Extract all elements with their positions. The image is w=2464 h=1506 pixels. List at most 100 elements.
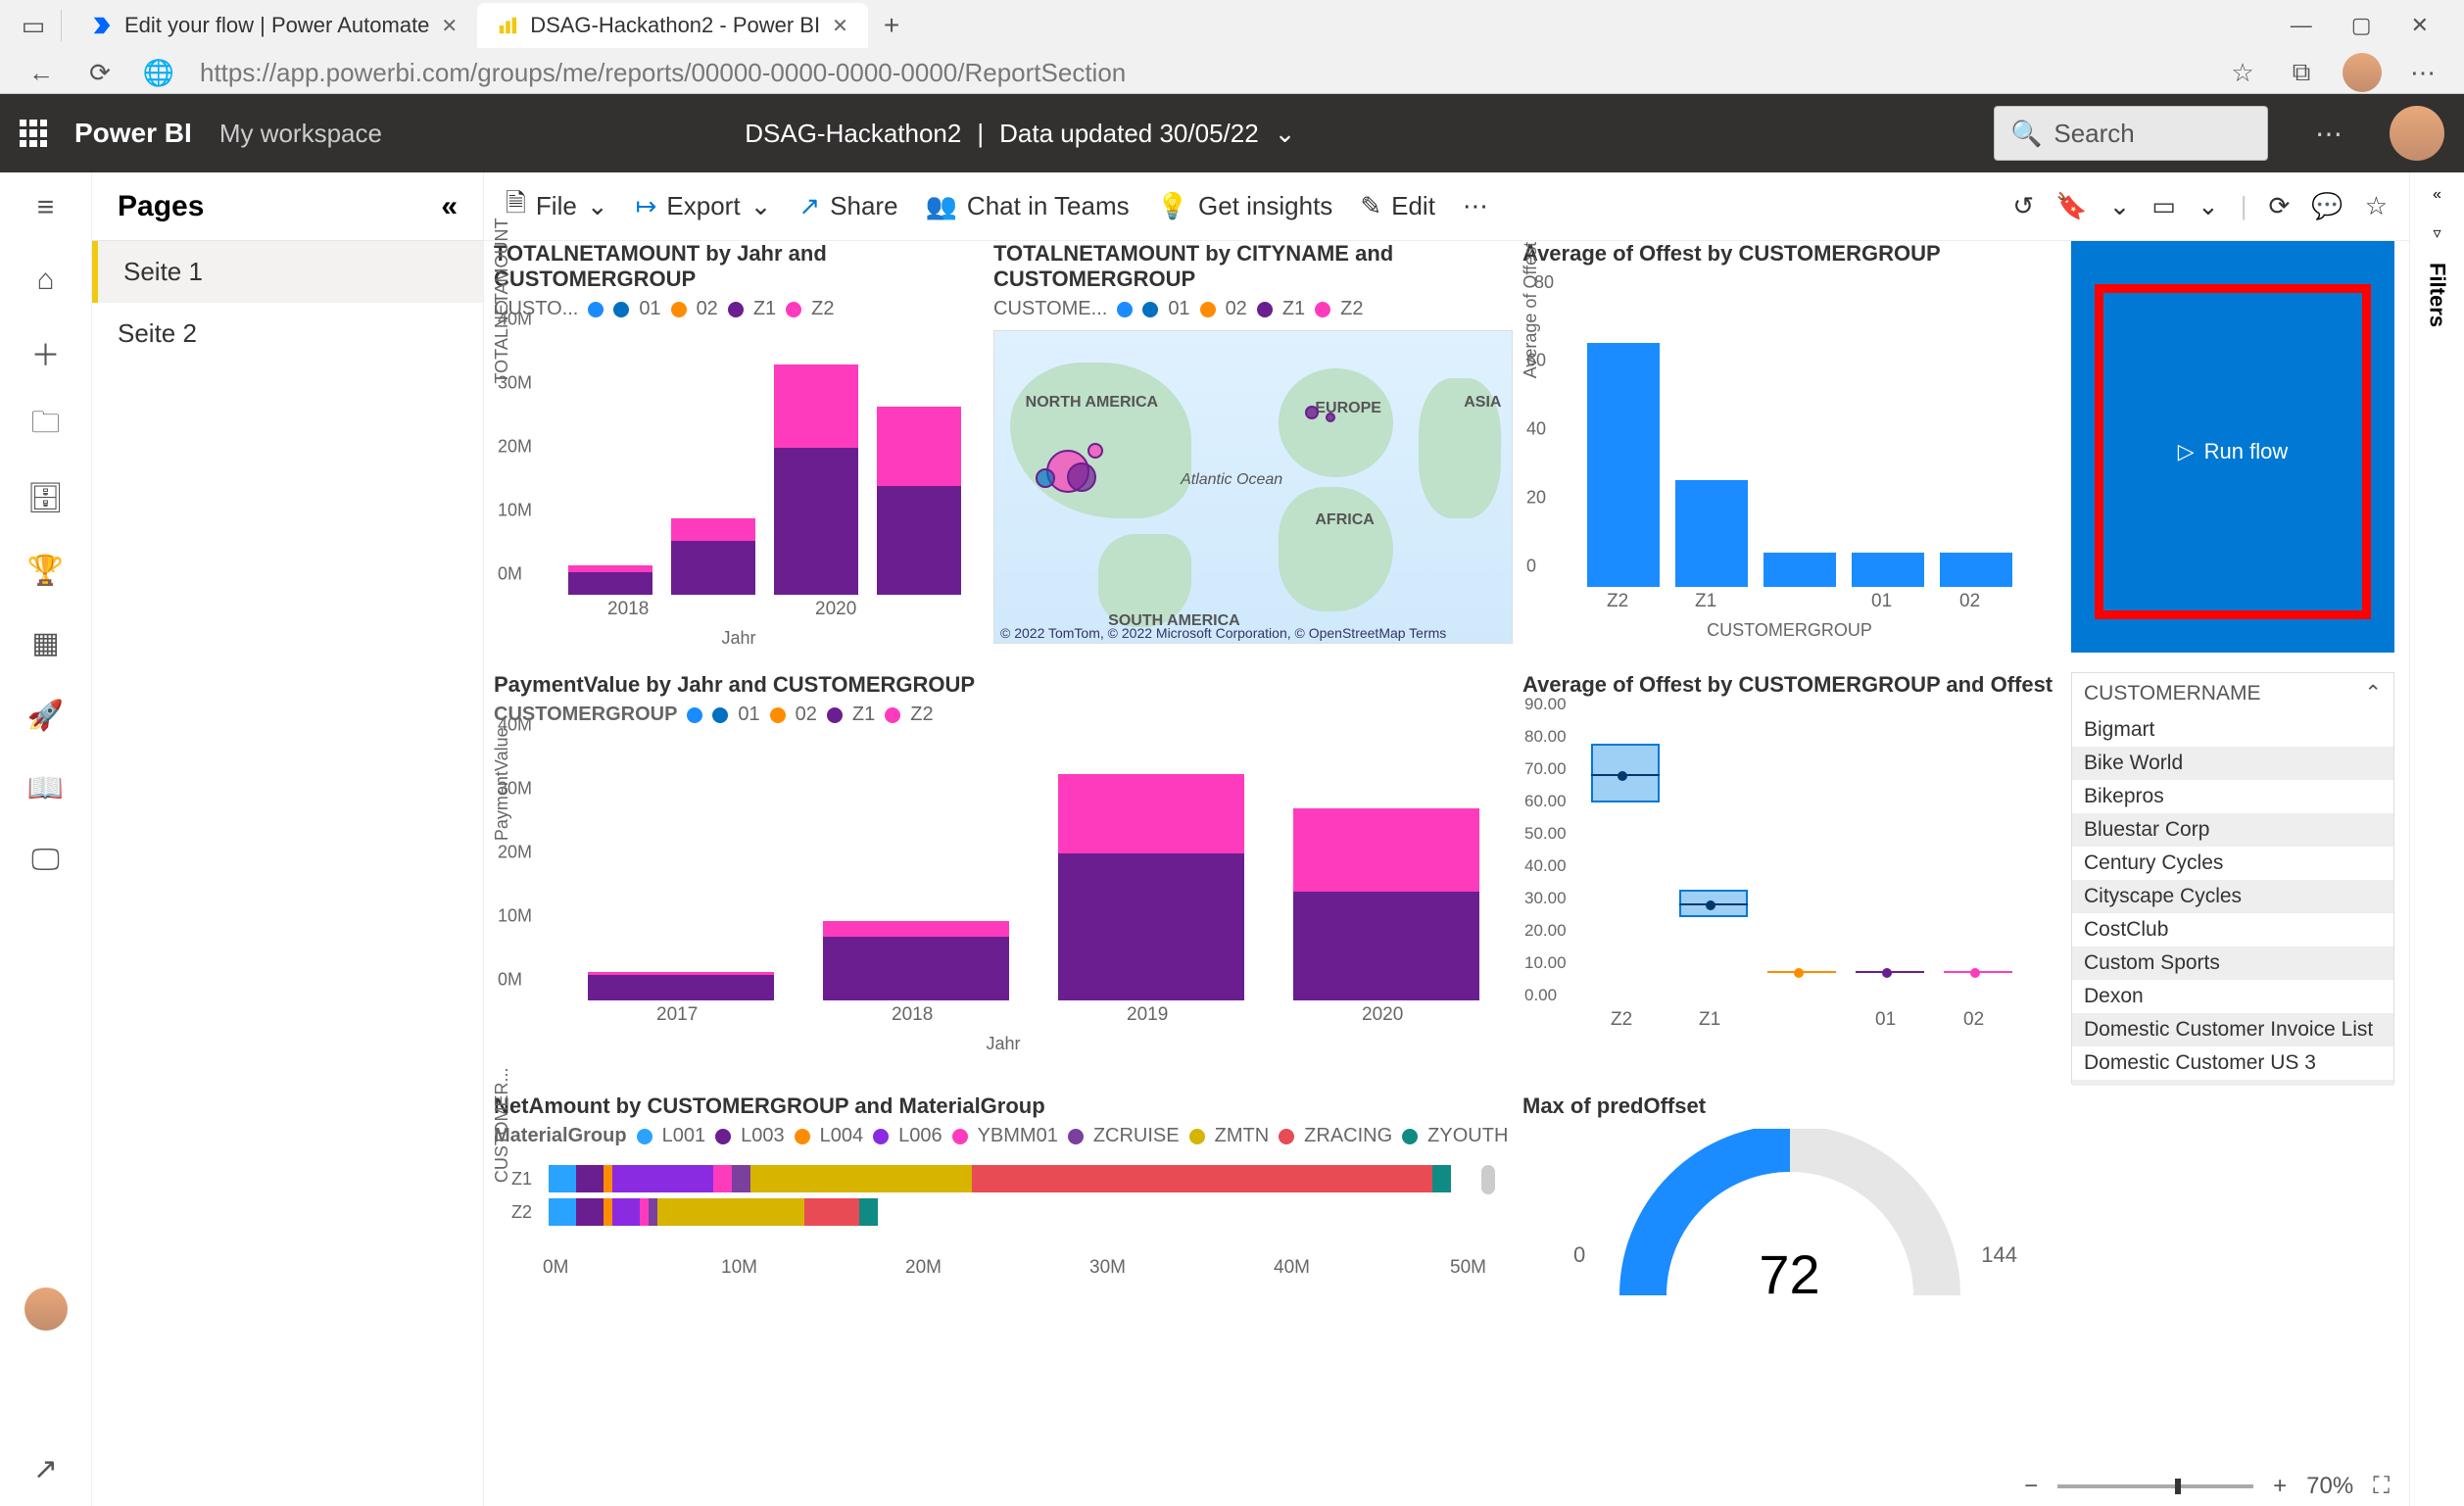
slicer-list[interactable]: Bigmart Bike World Bikepros Bluestar Cor…	[2072, 713, 2393, 1086]
slicer-item[interactable]: CostClub	[2072, 913, 2393, 947]
run-flow-tile[interactable]: ▷ Run flow	[2071, 241, 2394, 653]
home-icon[interactable]: ⌂	[26, 261, 66, 300]
learn-icon[interactable]: 📖	[26, 768, 66, 807]
gauge-value: 72	[1759, 1243, 1819, 1305]
chart-map-cityname[interactable]: TOTALNETAMOUNT by CITYNAME and CUSTOMERG…	[993, 241, 1513, 653]
chart-avg-offest-group[interactable]: Average of Offest by CUSTOMERGROUP 80 Av…	[1522, 241, 2056, 653]
close-icon[interactable]: ✕	[832, 14, 848, 38]
filters-rail: « ▿ Filters	[2409, 172, 2464, 1506]
new-tab-button[interactable]: +	[868, 10, 915, 41]
expand-filters-icon[interactable]: «	[2433, 186, 2441, 204]
deployment-icon[interactable]: 🚀	[26, 696, 66, 735]
slicer-item[interactable]: Bluestar Corp	[2072, 813, 2393, 847]
tab-actions-icon[interactable]: ▭	[16, 8, 51, 43]
bookmark-icon[interactable]: 🔖	[2055, 191, 2087, 221]
close-icon[interactable]: ✕	[441, 14, 458, 38]
slicer-item[interactable]: Domestic Customer US 4	[2072, 1080, 2393, 1086]
slicer-header[interactable]: CUSTOMERNAME ⌃	[2072, 673, 2393, 713]
more-icon[interactable]: ⋯	[1463, 191, 1488, 221]
zoom-in-button[interactable]: +	[2273, 1473, 2287, 1500]
search-input[interactable]: 🔍 Search	[1994, 106, 2268, 161]
chart-netamount-materialgroup[interactable]: NetAmount by CUSTOMERGROUP and MaterialG…	[494, 1093, 1513, 1329]
pages-header: Pages «	[92, 172, 483, 241]
chart-totalnetamount-jahr[interactable]: TOTALNETAMOUNT by Jahr and CUSTOMERGROUP…	[494, 241, 984, 653]
user-avatar[interactable]	[2390, 106, 2444, 161]
data-updated-label[interactable]: Data updated 30/05/22	[999, 119, 1259, 149]
slicer-item[interactable]: Custom Sports	[2072, 947, 2393, 980]
report-area: 🗎File⌄ ↦Export⌄ ↗Share 👥Chat in Teams 💡G…	[484, 172, 2409, 1506]
share-button[interactable]: ↗Share	[798, 191, 897, 221]
expand-nav-icon[interactable]: ↗	[33, 1452, 58, 1486]
menu-icon[interactable]: ≡	[26, 188, 66, 227]
star-icon[interactable]: ☆	[2365, 191, 2388, 221]
filter-icon[interactable]: ▿	[2433, 223, 2440, 243]
filters-label[interactable]: Filters	[2425, 263, 2450, 327]
slicer-item[interactable]: Bike World	[2072, 747, 2393, 780]
goals-icon[interactable]: 🏆	[26, 551, 66, 590]
create-icon[interactable]: ＋	[26, 333, 66, 372]
slicer-item[interactable]: Dexon	[2072, 980, 2393, 1013]
export-icon: ↦	[636, 191, 657, 221]
get-insights-button[interactable]: 💡Get insights	[1157, 191, 1333, 221]
chevron-up-icon[interactable]: ⌃	[2364, 681, 2382, 705]
chevron-down-icon[interactable]: ⌄	[1275, 119, 1296, 149]
chart-avg-offest-box[interactable]: Average of Offest by CUSTOMERGROUP and O…	[1522, 672, 2056, 1084]
collapse-pages-icon[interactable]: «	[441, 190, 458, 223]
refresh-icon[interactable]: ⟳	[2269, 191, 2291, 221]
fit-to-page-icon[interactable]: ⛶	[2373, 1473, 2390, 1500]
collections-icon[interactable]: ⧉	[2284, 55, 2319, 90]
map-visual[interactable]: NORTH AMERICA EUROPE ASIA AFRICA SOUTH A…	[993, 330, 1513, 644]
chat-teams-button[interactable]: 👥Chat in Teams	[926, 191, 1130, 221]
apps-icon[interactable]: ▦	[26, 623, 66, 662]
main-layout: ≡ ⌂ ＋ 🗀 🗄 🏆 ▦ 🚀 📖 🖵 ↗ Pages « Seite 1 Se…	[0, 172, 2464, 1506]
favorite-icon[interactable]: ☆	[2225, 55, 2260, 90]
slicer-item[interactable]: Century Cycles	[2072, 847, 2393, 880]
report-name: DSAG-Hackathon2	[745, 119, 961, 149]
scrollbar[interactable]	[1481, 1165, 1495, 1194]
browser-tab-power-automate[interactable]: Edit your flow | Power Automate ✕	[72, 3, 477, 48]
chevron-down-icon[interactable]: ⌄	[2198, 191, 2219, 221]
slicer-item[interactable]: Domestic Customer US 3	[2072, 1046, 2393, 1080]
site-info-icon[interactable]: 🌐	[141, 55, 176, 90]
browser-tab-power-bi[interactable]: DSAG-Hackathon2 - Power BI ✕	[477, 3, 868, 48]
left-nav-rail: ≡ ⌂ ＋ 🗀 🗄 🏆 ▦ 🚀 📖 🖵 ↗	[0, 172, 92, 1506]
teams-icon: 👥	[926, 191, 957, 221]
slicer-customername[interactable]: CUSTOMERNAME ⌃ Bigmart Bike World Bikepr…	[2071, 672, 2394, 1084]
more-icon[interactable]: ⋯	[2295, 118, 2362, 150]
zoom-out-button[interactable]: −	[2024, 1473, 2038, 1500]
zoom-control: − + 70% ⛶	[2024, 1473, 2390, 1500]
more-icon[interactable]: ⋯	[2405, 55, 2440, 90]
close-window-icon[interactable]: ✕	[2411, 13, 2429, 38]
refresh-icon[interactable]: ⟳	[82, 55, 118, 90]
workspace-avatar[interactable]	[24, 1287, 68, 1331]
url-field[interactable]: https://app.powerbi.com/groups/me/report…	[200, 58, 2201, 88]
datahub-icon[interactable]: 🗄	[26, 478, 66, 517]
chevron-down-icon[interactable]: ⌄	[2109, 191, 2131, 221]
page-tab-seite-2[interactable]: Seite 2	[92, 303, 483, 364]
run-flow-button[interactable]: ▷ Run flow	[2095, 284, 2371, 619]
workspaces-icon[interactable]: 🖵	[26, 841, 66, 880]
slicer-item[interactable]: Cityscape Cycles	[2072, 880, 2393, 913]
edit-button[interactable]: ✎Edit	[1360, 191, 1435, 221]
comment-icon[interactable]: 💬	[2311, 191, 2343, 221]
slicer-item[interactable]: Domestic Customer Invoice List	[2072, 1013, 2393, 1046]
page-tab-seite-1[interactable]: Seite 1	[92, 241, 483, 303]
chart-gauge-predoffset[interactable]: Max of predOffset 0 72 144	[1522, 1093, 2056, 1329]
back-icon[interactable]: ←	[24, 55, 59, 90]
zoom-slider[interactable]	[2057, 1484, 2253, 1488]
minimize-icon[interactable]: —	[2291, 13, 2312, 38]
app-launcher-icon[interactable]	[20, 120, 47, 147]
profile-avatar[interactable]	[2343, 53, 2382, 92]
chart-paymentvalue-jahr[interactable]: PaymentValue by Jahr and CUSTOMERGROUP C…	[494, 672, 1513, 1084]
slicer-item[interactable]: Bigmart	[2072, 713, 2393, 747]
file-menu[interactable]: 🗎File⌄	[506, 185, 608, 228]
reset-icon[interactable]: ↺	[2012, 191, 2034, 221]
tab-title: Edit your flow | Power Automate	[124, 13, 429, 38]
browse-icon[interactable]: 🗀	[26, 406, 66, 445]
slicer-item[interactable]: Bikepros	[2072, 780, 2393, 813]
maximize-icon[interactable]: ▢	[2351, 13, 2372, 38]
export-menu[interactable]: ↦Export⌄	[636, 191, 772, 221]
view-icon[interactable]: ▭	[2151, 191, 2176, 221]
chevron-down-icon: ⌄	[587, 191, 608, 221]
workspace-label[interactable]: My workspace	[219, 119, 382, 149]
